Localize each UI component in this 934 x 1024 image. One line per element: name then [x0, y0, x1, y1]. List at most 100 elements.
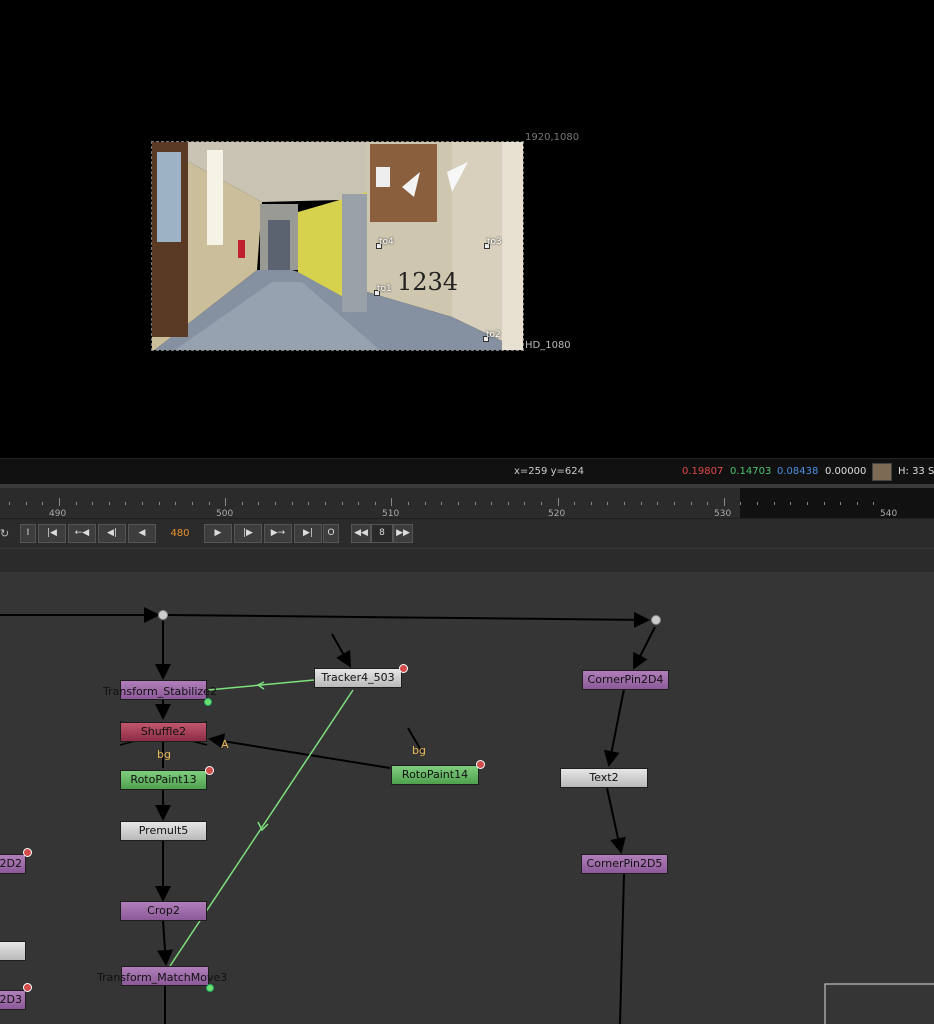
timeline-tick [807, 502, 808, 505]
previous-keyframe-button[interactable]: ←◀ [68, 524, 96, 543]
cursor-coords: x=259 y=624 [514, 466, 584, 477]
node-left-a[interactable]: 2D2 [0, 854, 26, 874]
node-text2[interactable]: Text2 [560, 768, 648, 788]
prev-key-icon: ←◀ [74, 528, 90, 538]
step-forward-icon: |▶ [243, 528, 253, 538]
cornerpin-to3[interactable]: to3 [484, 237, 502, 249]
step-increment-field[interactable]: 8 [371, 524, 393, 543]
pin-label: to1 [377, 284, 392, 294]
panel-divider [0, 548, 934, 573]
node-tracker[interactable]: Tracker4_503 [314, 668, 402, 688]
input-bg-label: bg [157, 748, 171, 761]
pin-label: to2 [486, 330, 501, 340]
timeline-tick [840, 502, 841, 505]
node-label: Transform_Stabilize2 [103, 685, 217, 698]
node-crop[interactable]: Crop2 [120, 901, 207, 921]
node-premult[interactable]: Premult5 [120, 821, 207, 841]
play-backward-button[interactable]: ◀ [128, 524, 156, 543]
node-cornerpin4[interactable]: CornerPin2D4 [582, 670, 669, 690]
transform-handle[interactable] [204, 698, 212, 706]
timeline-tick [607, 502, 608, 505]
node-left-b[interactable]: 2D3 [0, 990, 26, 1010]
step-forward-increment-button[interactable]: ▶▶ [393, 524, 413, 543]
pixel-hsv-value: H: 33 S [898, 466, 934, 477]
cornerpin-to4[interactable]: to4 [376, 237, 394, 249]
step-forward-button[interactable]: |▶ [234, 524, 262, 543]
node-disabled[interactable]: Shuffle2 [120, 722, 207, 742]
timeline-tick [674, 502, 675, 505]
timeline-tick [26, 502, 27, 505]
go-to-start-button[interactable]: |◀ [38, 524, 66, 543]
pixel-red-value: 0.19807 [682, 466, 724, 477]
cornerpin-to1[interactable]: to1 [374, 284, 392, 296]
loop-mode-icon[interactable]: ↻ [0, 527, 9, 540]
node-connections [0, 607, 934, 1024]
timeline-tick [325, 502, 326, 505]
warning-badge-icon [399, 664, 408, 673]
timeline-tick [159, 502, 160, 505]
timeline-tick [873, 502, 874, 505]
timeline-tick [9, 502, 10, 505]
node-left-gray[interactable] [0, 941, 26, 961]
set-in-point-button[interactable]: I [20, 524, 36, 543]
timeline-tick [125, 502, 126, 505]
timeline-tick [109, 502, 110, 505]
timeline-tick [624, 502, 625, 505]
timeline-tick [441, 502, 442, 505]
timeline-tick [558, 498, 559, 506]
set-out-point-button[interactable]: O [323, 524, 339, 543]
pin-label: to4 [379, 237, 394, 247]
timeline-tick [342, 502, 343, 505]
play-forward-button[interactable]: ▶ [204, 524, 232, 543]
go-to-end-button[interactable]: ▶| [294, 524, 322, 543]
timeline-tick [292, 502, 293, 505]
timeline-tick [192, 502, 193, 505]
viewer-image-frame[interactable]: 1234 [151, 141, 524, 351]
skip-end-icon: ▶| [303, 528, 313, 538]
node-label: Transform_MatchMove3 [97, 971, 228, 984]
step-back-button[interactable]: ◀| [98, 524, 126, 543]
timeline-tick [275, 502, 276, 505]
step-back-increment-button[interactable]: ◀◀ [351, 524, 371, 543]
warning-badge-icon [23, 848, 32, 857]
timeline-tick [391, 498, 392, 506]
timeline-tick [242, 502, 243, 505]
next-keyframe-button[interactable]: ▶→ [264, 524, 292, 543]
dot-node[interactable] [651, 615, 661, 625]
node-rotopaint14[interactable]: RotoPaint14 [391, 765, 479, 785]
node-rotopaint13[interactable]: RotoPaint13 [120, 770, 207, 790]
timeline-tick [641, 502, 642, 505]
pin-label: to3 [487, 237, 502, 247]
hallway-image: 1234 [152, 142, 523, 350]
pixel-green-value: 0.14703 [730, 466, 772, 477]
format-size-label: 1920,1080 [525, 132, 580, 143]
dot-node[interactable] [158, 610, 168, 620]
play-icon: ▶ [214, 528, 222, 538]
timeline-tick [524, 502, 525, 505]
wall-number: 1234 [397, 268, 458, 296]
cornerpin-to2[interactable]: to2 [483, 330, 501, 342]
fast-forward-icon: ▶▶ [396, 528, 410, 538]
input-bg-label: bg [412, 744, 426, 757]
timeline-tick [790, 502, 791, 505]
node-graph[interactable]: Transform_Stabilize2 Tracker4_503 Shuffl… [0, 572, 934, 1024]
viewer-panel[interactable]: 1234 1920,1080 HD_1080 to1 to2 to3 to4 [0, 0, 934, 458]
timeline-tick [508, 502, 509, 505]
timeline-tick [408, 502, 409, 505]
timeline-tick [774, 502, 775, 505]
step-back-icon: ◀| [107, 528, 117, 538]
timeline-tick [574, 502, 575, 505]
timeline-tick [175, 502, 176, 505]
timeline-tick [258, 502, 259, 505]
skip-start-icon: |◀ [47, 528, 57, 538]
current-frame-field[interactable]: 480 [162, 524, 198, 543]
pixel-blue-value: 0.08438 [777, 466, 819, 477]
transform-handle[interactable] [206, 984, 214, 992]
next-key-icon: ▶→ [270, 528, 286, 538]
timeline-tick [59, 498, 60, 506]
timeline-ticks [0, 488, 934, 518]
warning-badge-icon [23, 983, 32, 992]
timeline-tick [42, 502, 43, 505]
timeline-tick [740, 502, 741, 505]
node-cornerpin5[interactable]: CornerPin2D5 [581, 854, 668, 874]
